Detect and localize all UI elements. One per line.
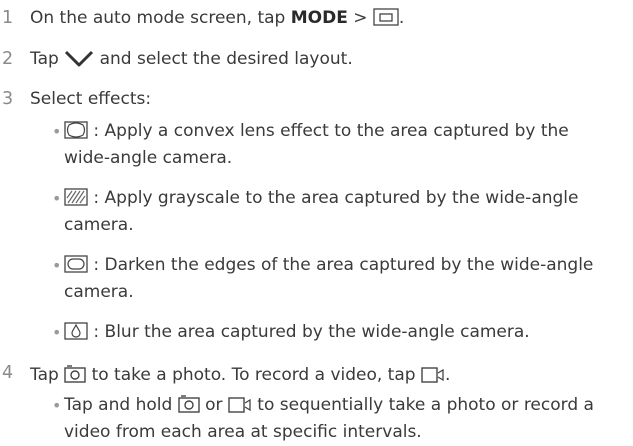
step-number: 2 bbox=[2, 49, 14, 69]
effect-text-continued: camera. bbox=[64, 215, 134, 235]
mode-label: MODE bbox=[290, 8, 348, 28]
separator: > bbox=[347, 8, 373, 28]
effect-text: : Darken the edges of the area captured … bbox=[88, 255, 594, 275]
step-text-end: and select the desired layout. bbox=[94, 49, 353, 69]
bullet: • bbox=[52, 256, 62, 275]
step-text: Tap bbox=[30, 49, 65, 69]
step-text-mid: to take a photo. To record a video, tap bbox=[86, 365, 421, 385]
layout-icon bbox=[373, 8, 399, 26]
step-text-end: . bbox=[398, 8, 405, 28]
step-number: 1 bbox=[2, 8, 14, 28]
chevron-down-icon bbox=[64, 49, 94, 67]
bullet: • bbox=[52, 323, 62, 342]
effect-text: : Blur the area captured by the wide-ang… bbox=[88, 322, 530, 342]
step-number: 4 bbox=[2, 363, 14, 383]
tip-text: Tap and hold bbox=[64, 395, 178, 415]
bullet: • bbox=[52, 396, 62, 415]
effect-text: : Apply grayscale to the area captured b… bbox=[88, 188, 579, 208]
effect-text-continued: camera. bbox=[64, 282, 134, 302]
video-icon bbox=[228, 395, 252, 413]
camera-icon bbox=[177, 393, 200, 413]
video-icon bbox=[421, 365, 445, 383]
tip-text-end: to sequentially take a photo or record a bbox=[251, 395, 594, 415]
step-text: Select effects: bbox=[30, 89, 152, 109]
grayscale-icon bbox=[64, 188, 88, 206]
effect-text: : Apply a convex lens effect to the area… bbox=[88, 121, 569, 141]
step-text-end: . bbox=[444, 365, 451, 385]
tip-text-mid: or bbox=[199, 395, 228, 415]
step-number: 3 bbox=[2, 89, 14, 109]
vignette-icon bbox=[64, 255, 88, 273]
effect-text-continued: wide-angle camera. bbox=[64, 148, 233, 168]
bullet: • bbox=[52, 189, 62, 208]
tip-text-continued: video from each area at specific interva… bbox=[64, 422, 422, 442]
convex-lens-icon bbox=[64, 121, 88, 139]
step-text: Tap bbox=[30, 365, 65, 385]
blur-icon bbox=[64, 322, 88, 340]
camera-icon bbox=[64, 363, 86, 383]
step-text: On the auto mode screen, tap bbox=[30, 8, 291, 28]
bullet: • bbox=[52, 122, 62, 141]
